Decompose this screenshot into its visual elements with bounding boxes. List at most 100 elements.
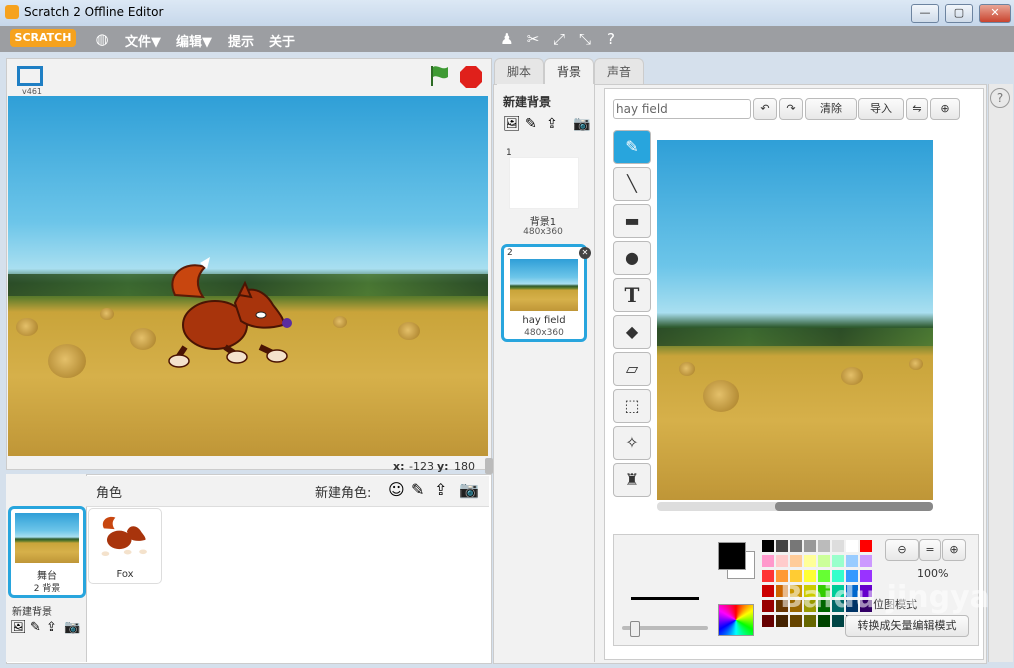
minimize-button[interactable]: — — [911, 4, 939, 23]
palette-swatch[interactable] — [762, 600, 774, 612]
menu-tips[interactable]: 提示 — [228, 31, 254, 50]
menu-file[interactable]: 文件▼ — [125, 31, 161, 50]
maximize-button[interactable]: ▢ — [945, 4, 973, 23]
hay-bale — [679, 362, 695, 376]
stage-thumbnail[interactable]: 舞台 2 背景 — [8, 506, 86, 598]
palette-swatch[interactable] — [790, 555, 802, 567]
menu-about[interactable]: 关于 — [269, 31, 295, 50]
palette-swatch[interactable] — [818, 555, 830, 567]
palette-swatch[interactable] — [776, 540, 788, 552]
sprites-header: 角色 — [96, 486, 123, 501]
palette-swatch[interactable] — [846, 540, 858, 552]
grow-icon[interactable]: ⤢ — [550, 30, 568, 48]
sprite-name: Fox — [116, 569, 134, 580]
help-icon[interactable]: ? — [602, 30, 620, 48]
stage-backdrop-count: 2 背景 — [33, 584, 61, 594]
palette-swatch[interactable] — [762, 570, 774, 582]
palette-swatch[interactable] — [762, 615, 774, 627]
color-picker[interactable] — [718, 604, 754, 636]
stage-collapse-handle[interactable] — [485, 458, 493, 474]
backdrop-library-icon[interactable]: 🖼 — [503, 116, 521, 132]
clear-button[interactable]: 清除 — [805, 98, 857, 120]
delete-backdrop-icon[interactable]: ✕ — [579, 247, 591, 259]
help-icon[interactable]: ? — [990, 88, 1010, 108]
tab-sounds[interactable]: 声音 — [594, 58, 644, 85]
palette-swatch[interactable] — [790, 615, 802, 627]
camera-icon[interactable]: 📷 — [64, 620, 80, 635]
palette-swatch[interactable] — [762, 555, 774, 567]
flip-horizontal-button[interactable]: ⇋ — [906, 98, 928, 120]
palette-swatch[interactable] — [776, 615, 788, 627]
palette-swatch[interactable] — [846, 555, 858, 567]
backdrop-item-2[interactable]: 2 hay field 480x360 — [501, 244, 587, 342]
palette-swatch[interactable] — [804, 540, 816, 552]
upload-icon[interactable]: ⇪ — [546, 116, 558, 132]
upload-icon[interactable]: ⇪ — [46, 620, 57, 635]
slider-handle[interactable] — [630, 621, 640, 637]
tab-backdrops[interactable]: 背景 — [544, 58, 594, 85]
palette-swatch[interactable] — [804, 615, 816, 627]
line-tool[interactable]: ╲ — [613, 167, 651, 201]
sprite-item-fox[interactable]: Fox — [88, 508, 162, 584]
duplicate-icon[interactable]: ♟ — [498, 30, 516, 48]
redo-button[interactable]: ↷ — [779, 98, 803, 120]
ellipse-tool[interactable]: ● — [613, 241, 651, 275]
zoom-reset-button[interactable]: = — [919, 539, 941, 561]
delete-scissors-icon[interactable]: ✂ — [524, 30, 542, 48]
brush-tool[interactable]: ✎ — [613, 130, 651, 164]
select-tool[interactable]: ⬚ — [613, 389, 651, 423]
palette-swatch[interactable] — [790, 540, 802, 552]
sprite-library-icon[interactable]: ☺ — [388, 480, 405, 499]
import-button[interactable]: 导入 — [858, 98, 904, 120]
scrollbar-thumb[interactable] — [775, 502, 933, 511]
new-backdrop-heading: 新建背景 — [503, 95, 552, 109]
set-costume-center-button[interactable]: ⊕ — [930, 98, 960, 120]
close-button[interactable]: ✕ — [979, 4, 1011, 23]
horizontal-scrollbar[interactable] — [657, 502, 933, 511]
hay-bale — [703, 380, 739, 412]
remove-background-tool[interactable]: ✧ — [613, 426, 651, 460]
menu-edit[interactable]: 编辑▼ — [176, 31, 212, 50]
zoom-in-button[interactable]: ⊕ — [942, 539, 966, 561]
zoom-out-button[interactable]: ⊖ — [885, 539, 919, 561]
stamp-tool[interactable]: ♜ — [613, 463, 651, 497]
palette-swatch[interactable] — [832, 540, 844, 552]
stop-icon[interactable] — [459, 65, 483, 89]
palette-swatch[interactable] — [762, 540, 774, 552]
paint-brush-icon[interactable]: ✎ — [30, 620, 41, 635]
presentation-mode-icon[interactable] — [17, 66, 43, 86]
paint-canvas[interactable] — [657, 140, 933, 500]
green-flag-icon[interactable] — [428, 64, 452, 88]
palette-swatch[interactable] — [804, 555, 816, 567]
backdrop-item-1[interactable]: 1 背景1 480x360 — [503, 147, 583, 241]
eraser-tool[interactable]: ▱ — [613, 352, 651, 386]
scratch-logo[interactable]: SCRATCH — [10, 29, 76, 47]
shrink-icon[interactable]: ⤡ — [576, 30, 594, 48]
palette-swatch[interactable] — [832, 615, 844, 627]
text-tool[interactable]: T — [613, 278, 651, 312]
tab-scripts[interactable]: 脚本 — [494, 58, 544, 85]
undo-button[interactable]: ↶ — [753, 98, 777, 120]
backdrop-name-field[interactable] — [613, 99, 751, 119]
paint-brush-icon[interactable]: ✎ — [411, 480, 424, 499]
palette-swatch[interactable] — [860, 555, 872, 567]
palette-swatch[interactable] — [832, 555, 844, 567]
line-width-slider[interactable] — [622, 621, 708, 637]
palette-swatch[interactable] — [776, 555, 788, 567]
fox-sprite[interactable] — [165, 255, 295, 380]
tree-line — [657, 328, 933, 346]
globe-icon[interactable]: ◍ — [93, 30, 111, 48]
primary-color[interactable] — [718, 542, 746, 570]
upload-icon[interactable]: ⇪ — [434, 480, 447, 499]
palette-swatch[interactable] — [860, 540, 872, 552]
convert-to-vector-button[interactable]: 转换成矢量编辑模式 — [845, 615, 969, 637]
rectangle-tool[interactable]: ▬ — [613, 204, 651, 238]
backdrop-library-icon[interactable]: 🖼 — [10, 620, 27, 635]
paint-brush-icon[interactable]: ✎ — [525, 116, 537, 132]
camera-icon[interactable]: 📷 — [573, 116, 590, 132]
palette-swatch[interactable] — [818, 540, 830, 552]
palette-swatch[interactable] — [818, 615, 830, 627]
palette-swatch[interactable] — [762, 585, 774, 597]
fill-tool[interactable]: ◆ — [613, 315, 651, 349]
camera-icon[interactable]: 📷 — [459, 480, 479, 499]
